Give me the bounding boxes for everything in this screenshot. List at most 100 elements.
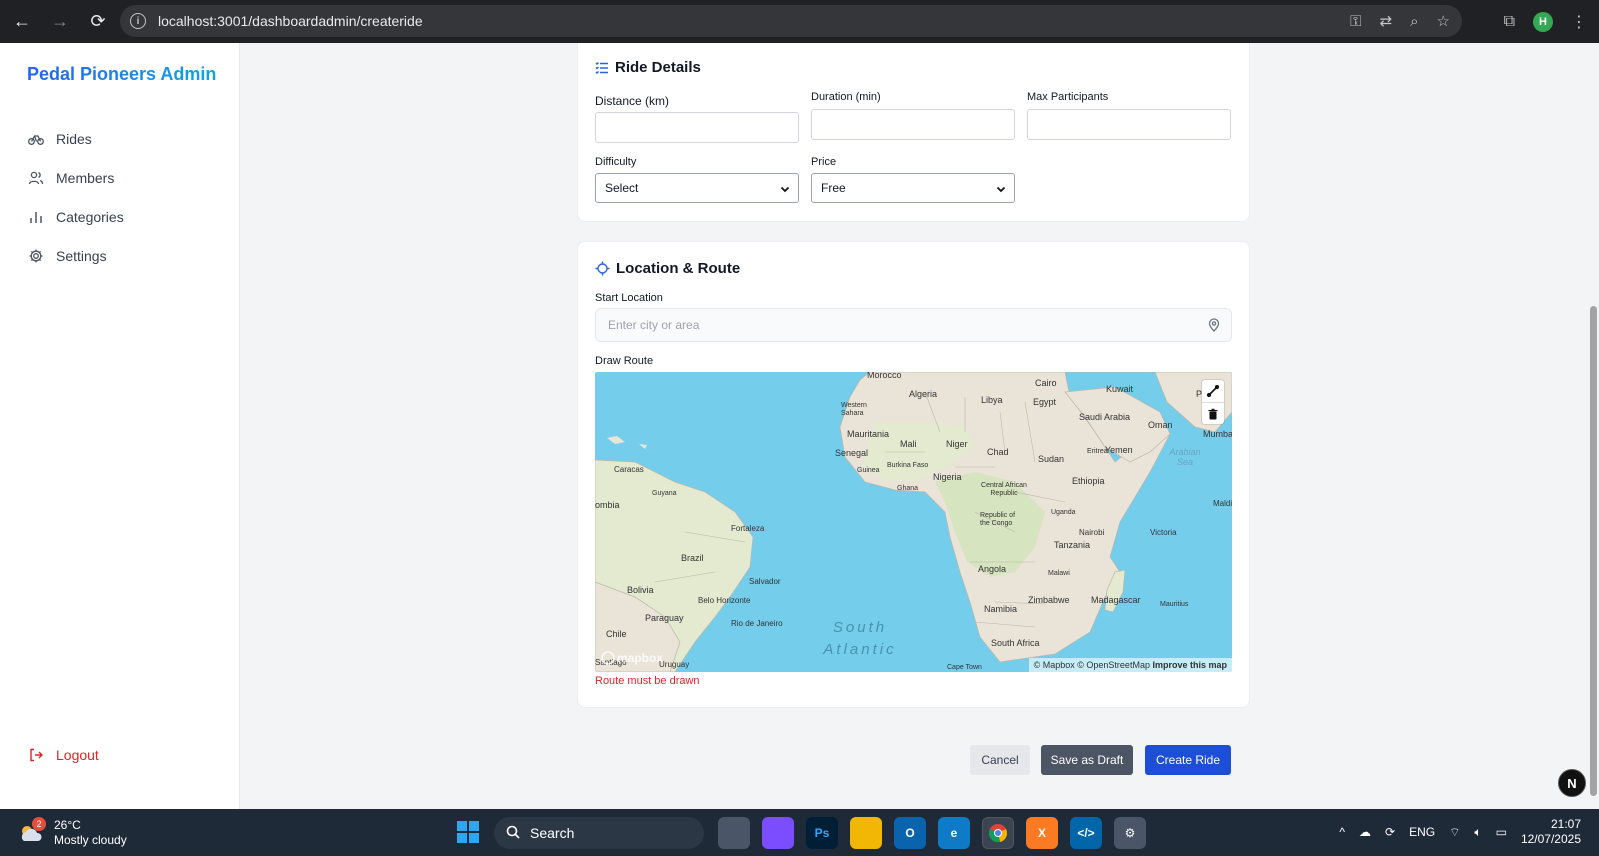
map-label: Brazil	[681, 553, 704, 563]
copilot-icon[interactable]	[762, 817, 794, 849]
max-participants-label: Max Participants	[1027, 91, 1109, 103]
price-label: Price	[811, 156, 837, 168]
map-label: Salvador	[749, 577, 781, 586]
sidebar-item-label: Categories	[56, 208, 124, 225]
distance-input[interactable]	[595, 112, 799, 143]
map-label: Paraguay	[645, 613, 684, 623]
edge-icon[interactable]: e	[938, 817, 970, 849]
logout-button[interactable]: Logout	[28, 747, 99, 763]
start-location-label: Start Location	[595, 292, 663, 304]
sidebar-item-categories[interactable]: Categories	[28, 197, 124, 236]
start-location-input[interactable]: Enter city or area	[595, 308, 1232, 342]
settings-app-icon[interactable]: ⚙	[1114, 817, 1146, 849]
map-label: Victoria	[1150, 528, 1177, 537]
reload-icon[interactable]: ⟳	[82, 6, 114, 38]
trash-icon[interactable]	[1202, 402, 1224, 424]
map-pin-icon[interactable]	[1207, 318, 1221, 335]
back-icon[interactable]: ←	[6, 6, 38, 38]
create-ride-button[interactable]: Create Ride	[1145, 745, 1231, 775]
file-explorer-icon[interactable]	[850, 817, 882, 849]
page-scrollbar[interactable]	[1588, 43, 1599, 809]
map-label: Cairo	[1035, 378, 1057, 388]
key-icon[interactable]: ⚿	[1350, 13, 1361, 30]
map-label: ombia	[595, 500, 620, 510]
map-label: Yemen	[1105, 445, 1133, 455]
mapbox-logo[interactable]: mapbox	[601, 651, 663, 665]
max-participants-input[interactable]	[1027, 109, 1231, 140]
route-map[interactable]: Morocco Algeria Libya Egypt Cairo Kuwait…	[595, 372, 1232, 672]
ride-details-title: Ride Details	[615, 59, 701, 76]
cloud-sun-icon: 2	[18, 817, 46, 843]
profile-avatar[interactable]: H	[1533, 12, 1553, 32]
weather-widget[interactable]: 2 26°C Mostly cloudy	[18, 817, 127, 848]
map-label: Egypt	[1033, 397, 1057, 407]
forward-icon[interactable]: →	[44, 6, 76, 38]
improve-map-link[interactable]: Improve this map	[1152, 660, 1227, 670]
gear-icon	[28, 248, 44, 264]
onedrive-icon[interactable]: ☁	[1359, 825, 1371, 839]
crosshair-icon	[595, 261, 610, 276]
taskbar-clock[interactable]: 21:07 12/07/2025	[1521, 817, 1581, 847]
map-label: Malawi	[1048, 570, 1070, 577]
dev-tools-badge[interactable]: N	[1558, 769, 1586, 797]
duration-input[interactable]	[811, 109, 1015, 140]
site-info-icon[interactable]: i	[130, 13, 146, 29]
difficulty-label: Difficulty	[595, 156, 637, 168]
price-select[interactable]: Free	[811, 173, 1015, 203]
map-label: Senegal	[835, 448, 869, 458]
weather-desc: Mostly cloudy	[54, 833, 127, 847]
save-draft-button[interactable]: Save as Draft	[1041, 745, 1133, 775]
battery-icon[interactable]: ▭	[1496, 825, 1507, 839]
chrome-icon[interactable]	[982, 817, 1014, 849]
wifi-icon[interactable]: ⌔	[1449, 825, 1460, 840]
cancel-button[interactable]: Cancel	[970, 745, 1030, 775]
logout-icon	[28, 747, 44, 763]
osm-attribution-link[interactable]: © OpenStreetMap	[1077, 660, 1150, 670]
map-label: Niger	[946, 439, 968, 449]
start-button[interactable]	[457, 821, 479, 843]
brand-title[interactable]: Pedal Pioneers Admin	[27, 64, 216, 85]
bookmark-star-icon[interactable]: ☆	[1437, 12, 1450, 30]
translate-icon[interactable]: ⇄	[1380, 12, 1393, 30]
map-label: Zimbabwe	[1028, 595, 1070, 605]
map-label: Tanzania	[1054, 540, 1091, 550]
menu-kebab-icon[interactable]: ⋮	[1571, 12, 1587, 32]
extensions-icon[interactable]: ⧉	[1504, 13, 1515, 31]
map-label: Saudi Arabia	[1079, 412, 1131, 422]
taskbar-search[interactable]: Search	[494, 817, 704, 849]
bar-chart-icon	[28, 209, 44, 225]
difficulty-select[interactable]: Select	[595, 173, 799, 203]
scrollbar-thumb[interactable]	[1590, 306, 1597, 796]
url-text[interactable]: localhost:3001/dashboardadmin/createride	[158, 13, 423, 29]
ride-details-header: Ride Details	[595, 59, 701, 76]
map-label: Ethiopia	[1072, 476, 1105, 486]
users-icon	[28, 170, 44, 186]
sync-icon[interactable]: ⟳	[1385, 825, 1395, 839]
outlook-icon[interactable]: O	[894, 817, 926, 849]
sidebar-item-settings[interactable]: Settings	[28, 236, 124, 275]
map-label: Nairobi	[1079, 528, 1105, 537]
map-label: Uganda	[1051, 509, 1076, 516]
photoshop-icon[interactable]: Ps	[806, 817, 838, 849]
ocean-label: South Atlantic	[823, 619, 897, 658]
map-label: Burkina Faso	[887, 462, 929, 469]
mapbox-attribution-link[interactable]: © Mapbox	[1034, 660, 1075, 670]
sidebar-item-rides[interactable]: Rides	[28, 119, 124, 158]
chevron-up-icon[interactable]: ^	[1339, 825, 1345, 839]
location-header: Location & Route	[595, 260, 740, 277]
volume-icon[interactable]: 🔈︎	[1474, 825, 1481, 840]
vscode-icon[interactable]: </>	[1070, 817, 1102, 849]
task-view-icon[interactable]	[718, 817, 750, 849]
map-label: Madagascar	[1091, 595, 1141, 605]
map-draw-controls	[1202, 380, 1224, 424]
draw-line-icon[interactable]	[1202, 380, 1224, 402]
map-label: Sudan	[1038, 454, 1065, 464]
map-label: Caracas	[614, 465, 644, 474]
map-label: Guyana	[652, 490, 677, 497]
address-bar[interactable]: i localhost:3001/dashboardadmin/createri…	[120, 5, 1462, 37]
map-label: Morocco	[867, 372, 902, 380]
xampp-icon[interactable]: X	[1026, 817, 1058, 849]
zoom-icon[interactable]: ⌕	[1410, 13, 1418, 30]
language-indicator[interactable]: ENG	[1409, 825, 1435, 839]
sidebar-item-members[interactable]: Members	[28, 158, 124, 197]
